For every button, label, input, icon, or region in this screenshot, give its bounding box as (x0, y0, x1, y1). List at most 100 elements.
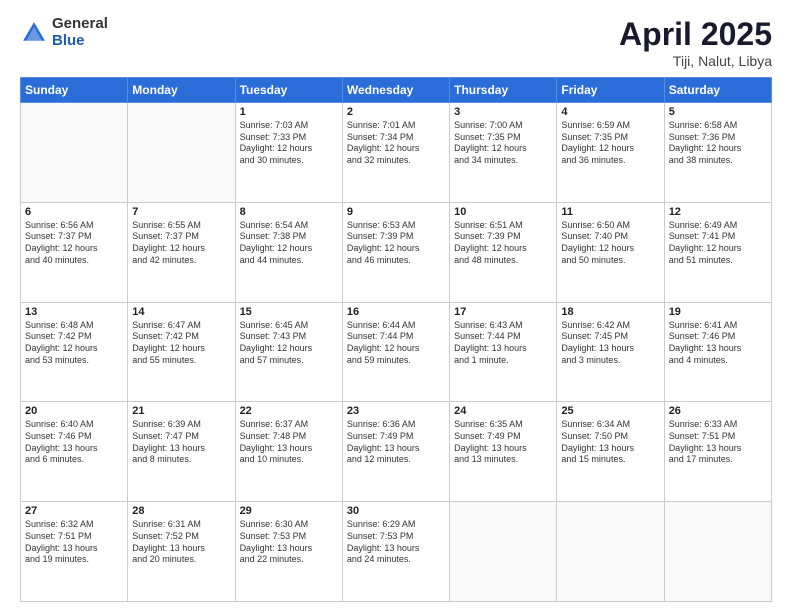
calendar-header-friday: Friday (557, 78, 664, 103)
calendar-cell (21, 103, 128, 203)
day-info: Sunrise: 7:03 AM Sunset: 7:33 PM Dayligh… (240, 120, 338, 167)
day-number: 13 (25, 306, 123, 318)
calendar-week-row: 1 Sunrise: 7:03 AM Sunset: 7:33 PM Daylig… (21, 103, 772, 203)
calendar-cell: 12 Sunrise: 6:49 AM Sunset: 7:41 PM Dayli… (664, 202, 771, 302)
calendar-week-row: 13 Sunrise: 6:48 AM Sunset: 7:42 PM Dayli… (21, 302, 772, 402)
day-number: 23 (347, 405, 445, 417)
day-number: 12 (669, 206, 767, 218)
title-month: April 2025 (619, 16, 772, 53)
calendar-cell: 30 Sunrise: 6:29 AM Sunset: 7:53 PM Dayli… (342, 502, 449, 602)
day-number: 21 (132, 405, 230, 417)
logo: General Blue (20, 16, 108, 49)
calendar-cell: 9Sunrise: 6:53 AM Sunset: 7:39 PM Daylig… (342, 202, 449, 302)
day-info: Sunrise: 6:53 AM Sunset: 7:39 PM Dayligh… (347, 220, 445, 267)
day-number: 14 (132, 306, 230, 318)
calendar-header-monday: Monday (128, 78, 235, 103)
day-info: Sunrise: 6:56 AM Sunset: 7:37 PM Dayligh… (25, 220, 123, 267)
calendar-cell: 2 Sunrise: 7:01 AM Sunset: 7:34 PM Daylig… (342, 103, 449, 203)
title-block: April 2025 Tiji, Nalut, Libya (619, 16, 772, 69)
logo-general: General (52, 16, 108, 33)
day-info: Sunrise: 6:47 AM Sunset: 7:42 PM Dayligh… (132, 320, 230, 367)
calendar-cell (664, 502, 771, 602)
day-number: 8 (240, 206, 338, 218)
day-number: 30 (347, 505, 445, 517)
day-number: 24 (454, 405, 552, 417)
day-info: Sunrise: 6:30 AM Sunset: 7:53 PM Dayligh… (240, 519, 338, 566)
day-number: 28 (132, 505, 230, 517)
calendar-cell (128, 103, 235, 203)
day-number: 6 (25, 206, 123, 218)
day-info: Sunrise: 6:51 AM Sunset: 7:39 PM Dayligh… (454, 220, 552, 267)
calendar-cell: 19Sunrise: 6:41 AM Sunset: 7:46 PM Dayli… (664, 302, 771, 402)
calendar-cell: 24Sunrise: 6:35 AM Sunset: 7:49 PM Dayli… (450, 402, 557, 502)
calendar-cell (450, 502, 557, 602)
calendar-cell: 16 Sunrise: 6:44 AM Sunset: 7:44 PM Dayli… (342, 302, 449, 402)
day-info: Sunrise: 6:58 AM Sunset: 7:36 PM Dayligh… (669, 120, 767, 167)
day-info: Sunrise: 6:59 AM Sunset: 7:35 PM Dayligh… (561, 120, 659, 167)
day-number: 27 (25, 505, 123, 517)
logo-icon (20, 19, 48, 47)
calendar-cell: 26 Sunrise: 6:33 AM Sunset: 7:51 PM Dayli… (664, 402, 771, 502)
calendar-cell: 23 Sunrise: 6:36 AM Sunset: 7:49 PM Dayli… (342, 402, 449, 502)
calendar-cell: 11 Sunrise: 6:50 AM Sunset: 7:40 PM Dayli… (557, 202, 664, 302)
day-info: Sunrise: 6:48 AM Sunset: 7:42 PM Dayligh… (25, 320, 123, 367)
calendar-cell: 10 Sunrise: 6:51 AM Sunset: 7:39 PM Dayli… (450, 202, 557, 302)
day-number: 16 (347, 306, 445, 318)
calendar-header-tuesday: Tuesday (235, 78, 342, 103)
day-number: 1 (240, 106, 338, 118)
day-info: Sunrise: 7:00 AM Sunset: 7:35 PM Dayligh… (454, 120, 552, 167)
day-number: 11 (561, 206, 659, 218)
day-info: Sunrise: 6:31 AM Sunset: 7:52 PM Dayligh… (132, 519, 230, 566)
calendar-cell: 4 Sunrise: 6:59 AM Sunset: 7:35 PM Daylig… (557, 103, 664, 203)
title-location: Tiji, Nalut, Libya (619, 53, 772, 69)
calendar-cell: 29 Sunrise: 6:30 AM Sunset: 7:53 PM Dayli… (235, 502, 342, 602)
day-info: Sunrise: 6:40 AM Sunset: 7:46 PM Dayligh… (25, 419, 123, 466)
page: General Blue April 2025 Tiji, Nalut, Lib… (0, 0, 792, 612)
calendar-cell: 5 Sunrise: 6:58 AM Sunset: 7:36 PM Daylig… (664, 103, 771, 203)
day-number: 29 (240, 505, 338, 517)
day-number: 10 (454, 206, 552, 218)
logo-text: General Blue (52, 16, 108, 49)
day-info: Sunrise: 6:34 AM Sunset: 7:50 PM Dayligh… (561, 419, 659, 466)
day-number: 7 (132, 206, 230, 218)
day-number: 18 (561, 306, 659, 318)
day-info: Sunrise: 6:54 AM Sunset: 7:38 PM Dayligh… (240, 220, 338, 267)
day-info: Sunrise: 6:43 AM Sunset: 7:44 PM Dayligh… (454, 320, 552, 367)
day-info: Sunrise: 6:50 AM Sunset: 7:40 PM Dayligh… (561, 220, 659, 267)
day-info: Sunrise: 6:36 AM Sunset: 7:49 PM Dayligh… (347, 419, 445, 466)
calendar-table: SundayMondayTuesdayWednesdayThursdayFrid… (20, 77, 772, 602)
calendar-week-row: 6 Sunrise: 6:56 AM Sunset: 7:37 PM Daylig… (21, 202, 772, 302)
calendar-header-wednesday: Wednesday (342, 78, 449, 103)
day-number: 2 (347, 106, 445, 118)
day-number: 26 (669, 405, 767, 417)
header: General Blue April 2025 Tiji, Nalut, Lib… (20, 16, 772, 69)
day-number: 19 (669, 306, 767, 318)
day-info: Sunrise: 6:49 AM Sunset: 7:41 PM Dayligh… (669, 220, 767, 267)
calendar-header-sunday: Sunday (21, 78, 128, 103)
calendar-cell: 20Sunrise: 6:40 AM Sunset: 7:46 PM Dayli… (21, 402, 128, 502)
day-info: Sunrise: 6:42 AM Sunset: 7:45 PM Dayligh… (561, 320, 659, 367)
calendar-cell: 1 Sunrise: 7:03 AM Sunset: 7:33 PM Daylig… (235, 103, 342, 203)
calendar-cell: 21 Sunrise: 6:39 AM Sunset: 7:47 PM Dayli… (128, 402, 235, 502)
day-info: Sunrise: 6:55 AM Sunset: 7:37 PM Dayligh… (132, 220, 230, 267)
day-number: 4 (561, 106, 659, 118)
calendar-cell: 27 Sunrise: 6:32 AM Sunset: 7:51 PM Dayli… (21, 502, 128, 602)
day-info: Sunrise: 6:33 AM Sunset: 7:51 PM Dayligh… (669, 419, 767, 466)
day-number: 5 (669, 106, 767, 118)
calendar-cell: 22Sunrise: 6:37 AM Sunset: 7:48 PM Dayli… (235, 402, 342, 502)
day-info: Sunrise: 6:29 AM Sunset: 7:53 PM Dayligh… (347, 519, 445, 566)
day-number: 17 (454, 306, 552, 318)
day-number: 22 (240, 405, 338, 417)
day-info: Sunrise: 6:44 AM Sunset: 7:44 PM Dayligh… (347, 320, 445, 367)
calendar-cell: 7 Sunrise: 6:55 AM Sunset: 7:37 PM Daylig… (128, 202, 235, 302)
calendar-header-saturday: Saturday (664, 78, 771, 103)
calendar-cell: 17 Sunrise: 6:43 AM Sunset: 7:44 PM Dayli… (450, 302, 557, 402)
day-info: Sunrise: 6:32 AM Sunset: 7:51 PM Dayligh… (25, 519, 123, 566)
day-info: Sunrise: 7:01 AM Sunset: 7:34 PM Dayligh… (347, 120, 445, 167)
calendar-cell: 28 Sunrise: 6:31 AM Sunset: 7:52 PM Dayli… (128, 502, 235, 602)
day-info: Sunrise: 6:39 AM Sunset: 7:47 PM Dayligh… (132, 419, 230, 466)
calendar-header-row: SundayMondayTuesdayWednesdayThursdayFrid… (21, 78, 772, 103)
calendar-cell: 18 Sunrise: 6:42 AM Sunset: 7:45 PM Dayli… (557, 302, 664, 402)
calendar-cell: 14 Sunrise: 6:47 AM Sunset: 7:42 PM Dayli… (128, 302, 235, 402)
day-info: Sunrise: 6:45 AM Sunset: 7:43 PM Dayligh… (240, 320, 338, 367)
